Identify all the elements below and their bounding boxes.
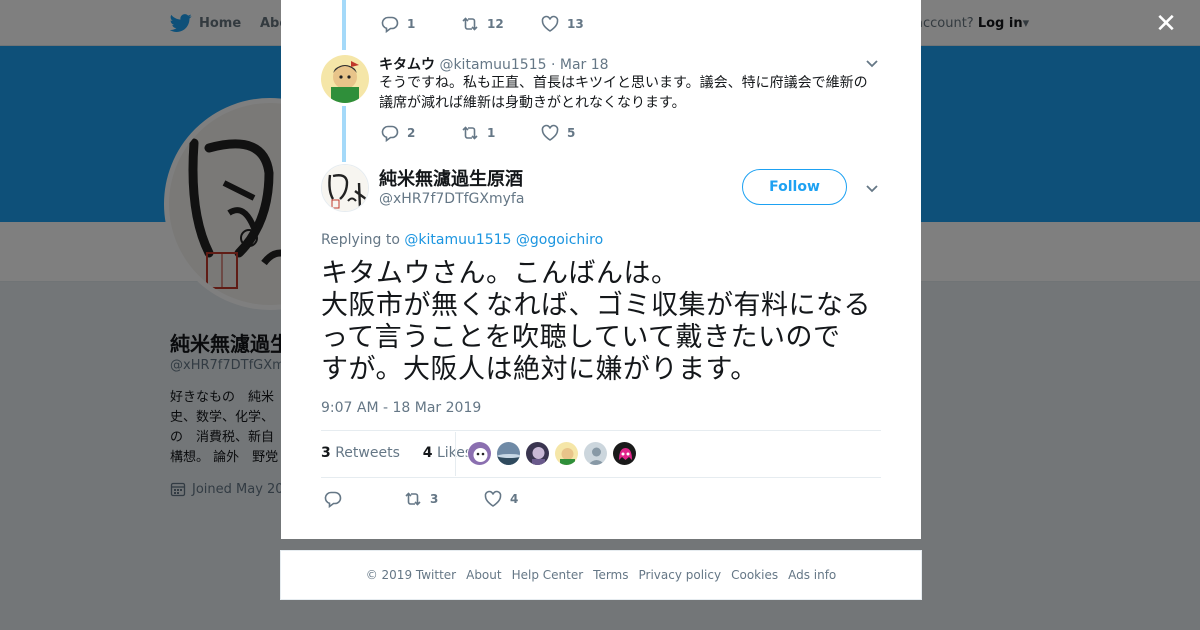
footer-link-ads-info[interactable]: Ads info [788, 568, 836, 582]
footer-link-privacy[interactable]: Privacy policy [639, 568, 722, 582]
reply-action[interactable]: 2 [381, 124, 461, 142]
prev-tweet-actions: 1 12 13 [381, 15, 621, 33]
replying-to-label: Replying to [321, 232, 400, 248]
reply-text: そうですね。私も正直、首長はキツイと思います。議会、特に府議会で維新の議席が減れ… [379, 75, 868, 111]
retweet-icon [462, 126, 478, 140]
tweet-text-line: すが。大阪人は絶対に嫌がります。 [321, 354, 758, 385]
like-count: 4 [510, 492, 519, 506]
retweets-label[interactable]: Retweets [335, 445, 400, 461]
reply-header: キタムウ @kitamuu1515 · Mar 18 [379, 54, 609, 74]
reply-icon [324, 491, 342, 508]
liker-avatar[interactable] [612, 441, 637, 466]
mention-link[interactable]: @kitamuu1515 [404, 232, 511, 248]
footer-copyright: © 2019 Twitter [365, 568, 457, 582]
main-tweet-author-name[interactable]: 純米無濾過生原酒 [379, 165, 523, 191]
footer-link-cookies[interactable]: Cookies [731, 568, 778, 582]
retweet-icon [462, 17, 478, 31]
retweet-action[interactable]: 3 [404, 490, 484, 508]
main-tweet-avatar[interactable] [321, 164, 369, 212]
like-count: 5 [567, 126, 576, 140]
reply-tweet-actions: 2 1 5 [381, 124, 621, 142]
main-tweet-text: キタムウさん。こんばんは。 大阪市が無くなれば、ゴミ収集が有料になる って言うこ… [321, 258, 891, 386]
liker-avatar[interactable] [583, 441, 608, 466]
liker-avatar[interactable] [554, 441, 579, 466]
retweet-action[interactable]: 1 [461, 124, 541, 142]
liker-avatar[interactable] [496, 441, 521, 466]
chevron-down-icon[interactable] [864, 180, 880, 196]
liker-avatar[interactable] [525, 441, 550, 466]
like-action[interactable]: 5 [541, 124, 621, 142]
tweet-text-line: って言うことを吹聴していて戴きたいので [321, 322, 841, 353]
footer-link-about[interactable]: About [466, 568, 501, 582]
reply-action[interactable]: 1 [381, 15, 461, 33]
tweet-timestamp[interactable]: 9:07 AM - 18 Mar 2019 [321, 400, 481, 416]
divider [321, 477, 881, 478]
reply-icon [381, 16, 399, 33]
reply-author-name[interactable]: キタムウ [379, 57, 435, 73]
reply-icon [381, 125, 399, 142]
likers-avatars [467, 441, 641, 466]
chevron-down-icon[interactable] [864, 55, 880, 71]
tweet-text-line: 大阪市が無くなれば、ゴミ収集が有料になる [321, 290, 871, 321]
like-action[interactable]: 4 [484, 490, 564, 508]
footer-link-help-center[interactable]: Help Center [512, 568, 584, 582]
retweet-icon [405, 492, 421, 506]
sake-label-avatar-image [322, 165, 368, 211]
tweet-stats: 3 Retweets 4 Likes [321, 445, 472, 461]
close-icon[interactable]: ✕ [1154, 11, 1178, 37]
mention-link[interactable]: @gogoichiro [516, 232, 603, 248]
heart-icon [541, 124, 559, 141]
reply-action[interactable] [324, 490, 404, 508]
heart-icon [541, 15, 559, 32]
retweet-count: 12 [487, 17, 504, 31]
footer-link-terms[interactable]: Terms [593, 568, 628, 582]
like-count: 13 [567, 17, 584, 31]
divider [321, 430, 881, 431]
like-total[interactable]: 4 [423, 445, 433, 461]
main-tweet-actions: 3 4 [324, 490, 564, 508]
reply-author-handle[interactable]: @kitamuu1515 [439, 57, 546, 73]
reply-count: 1 [407, 17, 416, 31]
main-tweet-author-handle[interactable]: @xHR7f7DTfGXmyfa [379, 191, 524, 207]
follow-button[interactable]: Follow [742, 169, 847, 205]
stats-separator [455, 432, 456, 476]
retweet-action[interactable]: 12 [461, 15, 541, 33]
retweet-count: 3 [430, 492, 439, 506]
liker-avatar[interactable] [467, 441, 492, 466]
reply-date[interactable]: · Mar 18 [551, 57, 609, 73]
kitamuu-avatar-image [321, 55, 369, 103]
tweet-text-line: キタムウさん。こんばんは。 [321, 258, 679, 289]
retweet-count: 1 [487, 126, 496, 140]
heart-icon [484, 490, 502, 507]
replying-to: Replying to @kitamuu1515 @gogoichiro [321, 232, 603, 248]
reply-count: 2 [407, 126, 416, 140]
thread-line [342, 0, 346, 50]
retweet-total[interactable]: 3 [321, 445, 331, 461]
reply-avatar[interactable] [321, 55, 369, 103]
site-footer: © 2019 Twitter About Help Center Terms P… [280, 550, 922, 600]
like-action[interactable]: 13 [541, 15, 621, 33]
thread-line [342, 106, 346, 162]
